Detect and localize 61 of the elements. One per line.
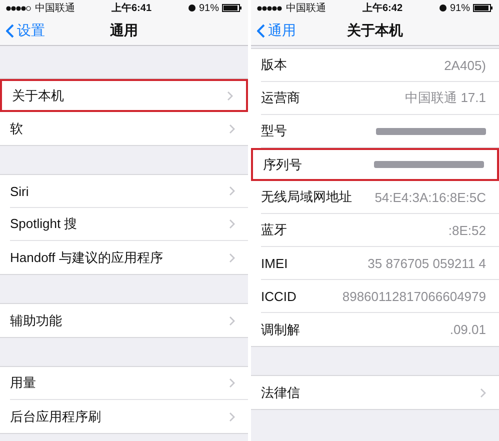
- back-chevron-icon: [257, 24, 265, 38]
- signal-icon: [257, 6, 283, 10]
- row-label: Handoff 与建议的应用程序: [10, 248, 163, 266]
- row-label: Spotlight 搜: [10, 215, 78, 233]
- back-button[interactable]: 通用: [257, 22, 347, 40]
- settings-row[interactable]: 调制解 .09.01: [261, 313, 499, 346]
- settings-row[interactable]: Siri: [10, 175, 248, 208]
- back-button[interactable]: 设置: [6, 22, 110, 40]
- row-value: 54:E4:3A:16:8E:5C: [374, 190, 486, 204]
- row-label: 调制解: [261, 320, 300, 338]
- row-label: 后台应用程序刷: [10, 408, 101, 426]
- row-label: 序列号: [263, 156, 302, 174]
- settings-row[interactable]: 运营商 中国联通 17.1: [261, 82, 499, 115]
- settings-row[interactable]: 无线局域网地址 54:E4:3A:16:8E:5C: [261, 181, 499, 214]
- settings-row[interactable]: Handoff 与建议的应用程序: [10, 241, 248, 274]
- row-label: 无线局域网地址: [261, 188, 352, 206]
- settings-row[interactable]: 型号: [261, 115, 499, 148]
- signal-icon: [6, 6, 32, 10]
- row-label: 辅助功能: [10, 312, 62, 330]
- settings-row[interactable]: 软: [10, 112, 248, 145]
- battery-percent: 91%: [450, 2, 470, 14]
- back-chevron-icon: [6, 24, 14, 38]
- battery-icon: [473, 4, 493, 12]
- settings-row[interactable]: IMEI 35 876705 059211 4: [261, 247, 499, 280]
- row-label: 运营商: [261, 89, 300, 107]
- clock-time: 上午6:41: [111, 2, 152, 15]
- alarm-icon: [188, 4, 196, 12]
- settings-row[interactable]: 版本 2A405): [261, 49, 499, 82]
- row-label: 蓝牙: [261, 221, 287, 239]
- highlighted-row[interactable]: 关于本机: [0, 79, 248, 112]
- row-label: Siri: [10, 184, 29, 198]
- row-value: .09.01: [450, 322, 486, 337]
- settings-row[interactable]: 后台应用程序刷: [10, 400, 248, 433]
- row-label: 型号: [261, 122, 287, 140]
- row-value: 89860112817066604979: [342, 288, 486, 304]
- row-value: 35 876705 059211 4: [368, 256, 486, 270]
- settings-row[interactable]: ICCID 89860112817066604979: [261, 280, 499, 313]
- carrier-name: 中国联通: [286, 2, 326, 15]
- row-label: IMEI: [261, 256, 288, 270]
- row-value: 中国联通 17.1: [405, 89, 486, 107]
- row-value: :8E:52: [448, 222, 486, 238]
- settings-row[interactable]: 辅助功能: [10, 304, 248, 337]
- alarm-icon: [438, 4, 447, 12]
- battery-percent: 91%: [198, 2, 219, 14]
- settings-row[interactable]: 用量: [10, 367, 248, 400]
- row-value: 2A405): [444, 58, 486, 72]
- settings-row[interactable]: 蓝牙 :8E:52: [261, 214, 499, 247]
- row-label: 用量: [10, 374, 36, 392]
- nav-title: 通用: [110, 22, 138, 40]
- battery-icon: [222, 4, 242, 12]
- row-label: 法律信: [261, 384, 300, 402]
- carrier-name: 中国联通: [35, 2, 75, 15]
- highlighted-row[interactable]: 序列号: [251, 148, 499, 181]
- row-label: 软: [10, 120, 23, 138]
- row-label: 关于本机: [12, 86, 64, 104]
- row-label: 版本: [261, 56, 287, 74]
- settings-row[interactable]: 法律信: [261, 376, 499, 409]
- nav-title: 关于本机: [347, 22, 403, 40]
- settings-row[interactable]: Spotlight 搜: [10, 208, 248, 241]
- clock-time: 上午6:42: [362, 2, 402, 15]
- row-label: ICCID: [261, 288, 296, 304]
